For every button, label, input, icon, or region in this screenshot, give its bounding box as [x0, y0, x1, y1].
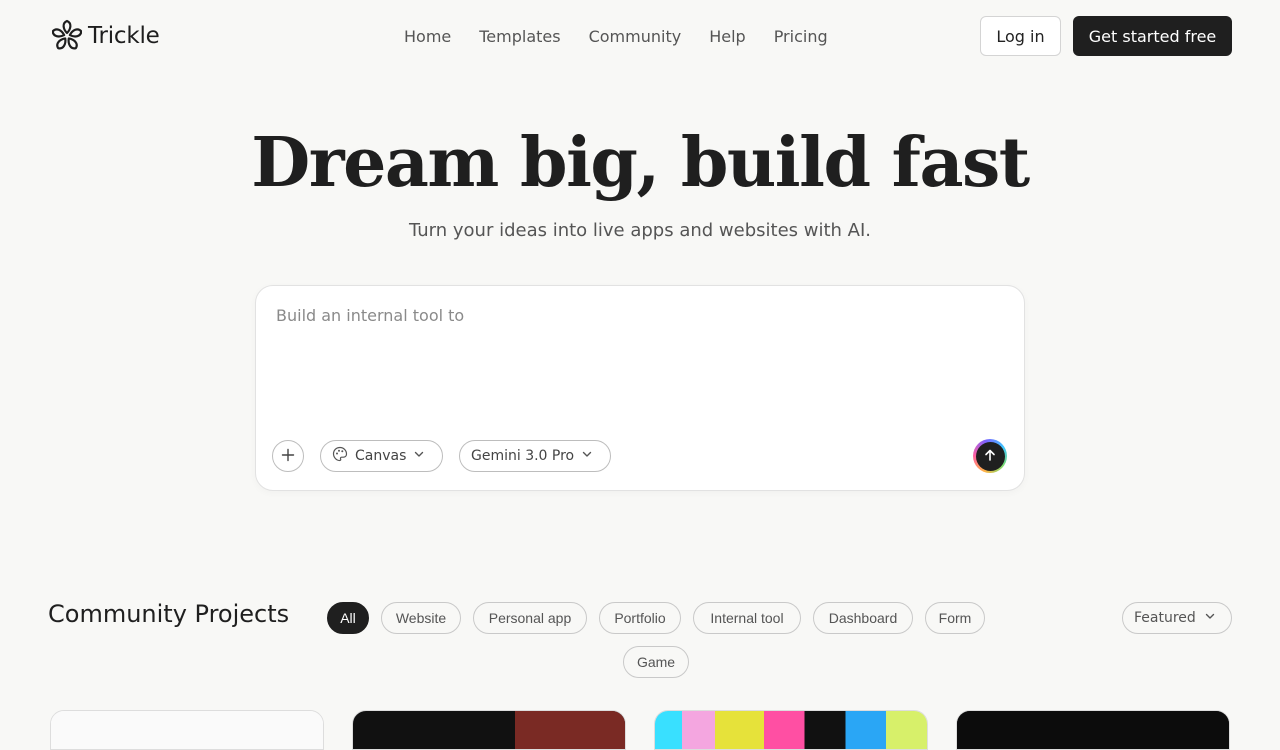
- nav-item-pricing[interactable]: Pricing: [774, 27, 828, 46]
- brand-logo[interactable]: Trickle: [52, 19, 160, 53]
- project-thumbnail: [51, 711, 323, 749]
- add-attachment-button[interactable]: [272, 440, 304, 472]
- nav-item-community[interactable]: Community: [589, 27, 682, 46]
- project-thumbnail: [515, 711, 625, 749]
- login-button[interactable]: Log in: [980, 16, 1061, 56]
- nav-item-templates[interactable]: Templates: [479, 27, 560, 46]
- palette-icon: [332, 446, 348, 466]
- prompt-composer: Canvas Gemini 3.0 Pro: [255, 285, 1025, 491]
- project-thumbnail: [957, 711, 1229, 749]
- filter-chip-personal-app[interactable]: Personal app: [473, 602, 587, 634]
- filter-chip-game[interactable]: Game: [623, 646, 689, 678]
- project-card[interactable]: [352, 710, 626, 750]
- filter-chip-internal-tool[interactable]: Internal tool: [693, 602, 801, 634]
- project-card[interactable]: [956, 710, 1230, 750]
- mode-select-label: Canvas: [355, 448, 407, 464]
- send-button[interactable]: [973, 439, 1007, 473]
- chevron-down-icon: [413, 448, 425, 464]
- filter-chip-form[interactable]: Form: [925, 602, 985, 634]
- nav-item-home[interactable]: Home: [404, 27, 451, 46]
- community-projects-title: Community Projects: [48, 600, 290, 628]
- main-nav: Home Templates Community Help Pricing: [390, 22, 842, 50]
- project-card[interactable]: [654, 710, 928, 750]
- top-navigation-bar: Trickle Home Templates Community Help Pr…: [0, 0, 1280, 72]
- brand-name: Trickle: [88, 23, 160, 49]
- nav-item-help[interactable]: Help: [709, 27, 745, 46]
- hero-subtitle: Turn your ideas into live apps and websi…: [408, 220, 871, 241]
- filter-chip-all[interactable]: All: [327, 602, 369, 634]
- project-card[interactable]: [50, 710, 324, 750]
- filter-chip-portfolio[interactable]: Portfolio: [599, 602, 681, 634]
- plus-icon: [281, 447, 295, 466]
- prompt-input[interactable]: [276, 306, 996, 406]
- sort-select-label: Featured: [1134, 610, 1196, 626]
- sort-select[interactable]: Featured: [1122, 602, 1232, 634]
- model-select[interactable]: Gemini 3.0 Pro: [459, 440, 611, 472]
- filter-chip-website[interactable]: Website: [381, 602, 461, 634]
- flower-logo-icon: [52, 19, 82, 53]
- mode-select[interactable]: Canvas: [320, 440, 443, 472]
- send-button-inner: [975, 441, 1005, 471]
- model-select-label: Gemini 3.0 Pro: [471, 448, 575, 464]
- hero-title: Dream big, build fast: [251, 123, 1030, 203]
- arrow-up-icon: [983, 447, 997, 466]
- project-thumbnail: [655, 711, 927, 749]
- filter-chip-dashboard[interactable]: Dashboard: [813, 602, 913, 634]
- chevron-down-icon: [1204, 610, 1216, 626]
- get-started-button[interactable]: Get started free: [1073, 16, 1232, 56]
- chevron-down-icon: [581, 448, 593, 464]
